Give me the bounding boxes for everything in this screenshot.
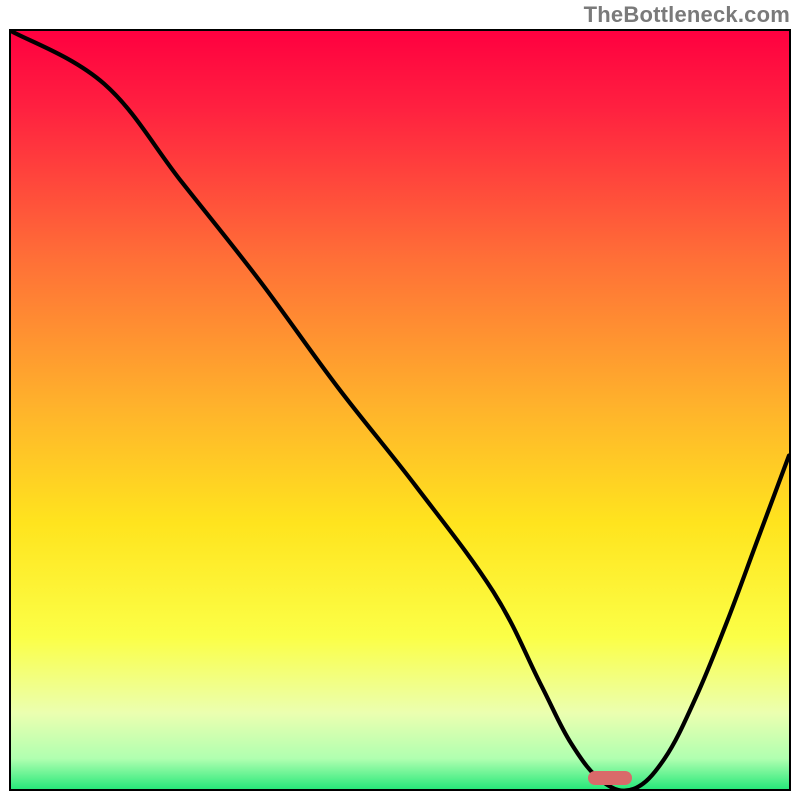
chart-container: TheBottleneck.com bbox=[0, 0, 800, 800]
background-gradient bbox=[11, 31, 789, 789]
watermark-text: TheBottleneck.com bbox=[584, 2, 790, 28]
plot-area bbox=[9, 29, 791, 791]
optimum-marker bbox=[588, 771, 632, 785]
